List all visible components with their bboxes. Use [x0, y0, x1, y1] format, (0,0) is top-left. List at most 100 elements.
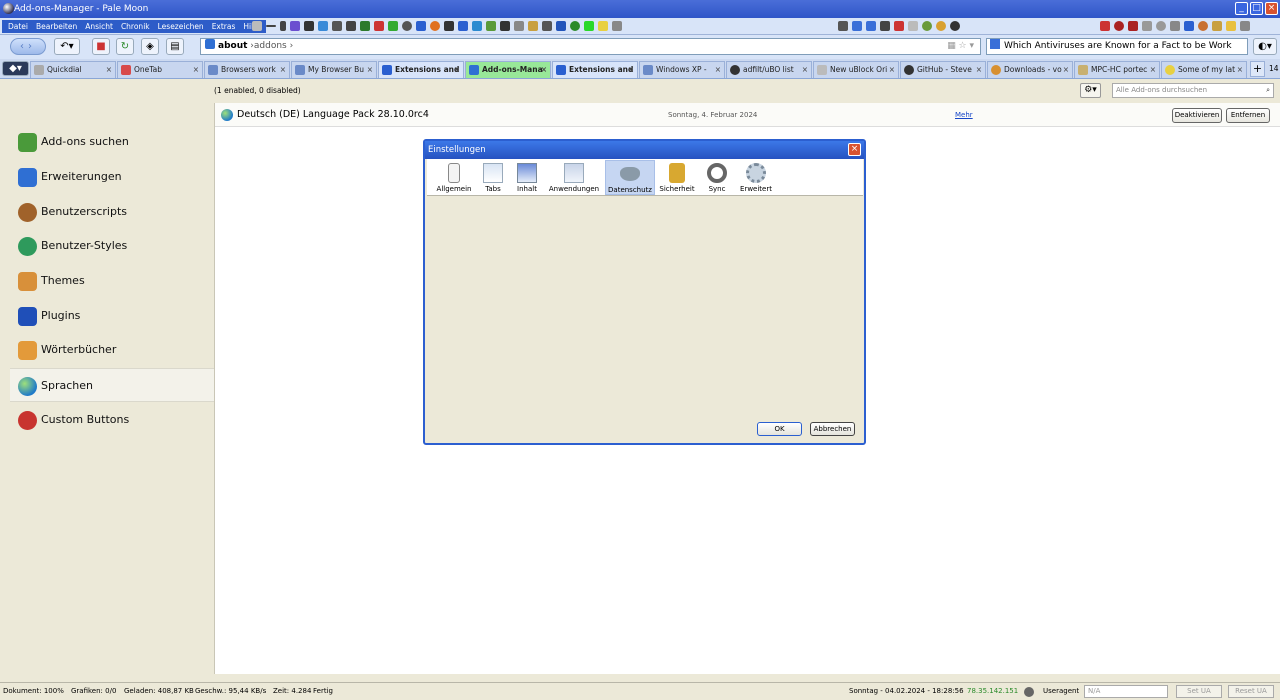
pane-tabs[interactable]: Tabs [479, 160, 507, 195]
toolbar-icon[interactable] [852, 21, 862, 31]
url-bar[interactable]: about ›addons › ▦ ☆ ▾ [200, 38, 981, 55]
more-link[interactable]: Mehr [955, 111, 973, 119]
grid-icon[interactable] [290, 21, 300, 31]
useragent-value[interactable]: N/A [1084, 685, 1168, 698]
toolbar-icon[interactable] [936, 21, 946, 31]
green-dot-icon[interactable] [570, 21, 580, 31]
category-benutzerscripts[interactable]: Benutzerscripts [10, 195, 214, 229]
maximize-button[interactable]: □ [1250, 2, 1263, 15]
puzzle-icon[interactable] [416, 21, 426, 31]
close-tab-icon[interactable]: × [193, 62, 199, 77]
toolbar-icon[interactable] [1114, 21, 1124, 31]
extra-menu-button[interactable]: ◐▾ [1253, 38, 1277, 55]
toolbar-icon[interactable] [922, 21, 932, 31]
reset-ua-button[interactable]: Reset UA [1228, 685, 1274, 698]
download-arrow-icon[interactable] [838, 21, 848, 31]
close-tab-icon[interactable]: × [1237, 62, 1243, 77]
addon-item[interactable]: Deutsch (DE) Language Pack 28.10.0rc4 So… [215, 103, 1280, 127]
category-benutzer-styles[interactable]: Benutzer-Styles [10, 229, 214, 263]
toolbar-icon[interactable] [612, 21, 622, 31]
menu-lesezeichen[interactable]: Lesezeichen [154, 20, 208, 33]
toolbar-icon[interactable] [1100, 21, 1110, 31]
tab-quickdial[interactable]: Quickdial × [30, 61, 116, 78]
pane-erweitert[interactable]: Erweitert [737, 160, 775, 195]
toolbar-icon[interactable] [1142, 21, 1152, 31]
menu-chronik[interactable]: Chronik [117, 20, 154, 33]
pane-datenschutz[interactable]: Datenschutz [605, 160, 655, 195]
toolbar-icon[interactable] [318, 21, 328, 31]
toolbar-icon[interactable] [332, 21, 342, 31]
close-tab-icon[interactable]: × [541, 62, 547, 77]
menu-datei[interactable]: Datei [4, 20, 32, 33]
tab-adfilt[interactable]: adfilt/uBO list × [726, 61, 812, 78]
close-tab-icon[interactable]: × [628, 62, 634, 77]
toolbar-icon[interactable] [304, 21, 314, 31]
reload-button[interactable]: ↻ [116, 38, 134, 55]
toolbar-icon[interactable] [252, 21, 262, 31]
toolbar-icon[interactable] [908, 21, 918, 31]
toolbar-icon[interactable] [528, 21, 538, 31]
toolbar-icon[interactable] [472, 21, 482, 31]
toolbar-icon[interactable] [1212, 21, 1222, 31]
toolbar-icon[interactable] [500, 21, 510, 31]
category-plugins[interactable]: Plugins [10, 299, 214, 333]
category-themes[interactable]: Themes [10, 264, 214, 298]
pane-sicherheit[interactable]: Sicherheit [659, 160, 695, 195]
puzzle-icon[interactable] [388, 21, 398, 31]
close-tab-icon[interactable]: × [715, 62, 721, 77]
pane-sync[interactable]: Sync [703, 160, 731, 195]
close-tab-icon[interactable]: × [1063, 62, 1069, 77]
close-window-button[interactable]: × [1265, 2, 1278, 15]
toolbar-icon[interactable] [374, 21, 384, 31]
stop-button[interactable]: ■ [92, 38, 110, 55]
toolbar-icon[interactable] [556, 21, 566, 31]
toolbar-icon[interactable] [866, 21, 876, 31]
cbu-icon[interactable] [458, 21, 468, 31]
sidebar-toggle-button[interactable]: ▤ [166, 38, 184, 55]
close-tab-icon[interactable]: × [454, 62, 460, 77]
set-ua-button[interactable]: Set UA [1176, 685, 1222, 698]
minimize-button[interactable]: _ [1235, 2, 1248, 15]
disable-button[interactable]: Deaktivieren [1172, 108, 1222, 123]
close-tab-icon[interactable]: × [802, 62, 808, 77]
remove-button[interactable]: Entfernen [1226, 108, 1270, 123]
ok-button[interactable]: OK [757, 422, 802, 436]
close-tab-icon[interactable]: × [976, 62, 982, 77]
firefox-icon[interactable] [430, 21, 440, 31]
bookmark-star-icon[interactable]: ▦ ☆ ▾ [947, 39, 974, 54]
menu-bearbeiten[interactable]: Bearbeiten [32, 20, 81, 33]
minus-icon[interactable] [266, 25, 276, 27]
useragent-icon[interactable] [1024, 687, 1034, 697]
toolbar-icon[interactable] [346, 21, 356, 31]
shield-button[interactable]: ◈ [141, 38, 159, 55]
circle-icon[interactable] [402, 21, 412, 31]
pane-anwendungen[interactable]: Anwendungen [547, 160, 601, 195]
tab-my-browser[interactable]: My Browser Bu × [291, 61, 377, 78]
pane-inhalt[interactable]: Inhalt [513, 160, 541, 195]
tab-extensions-1[interactable]: Extensions and × [378, 61, 464, 78]
addons-gear-button[interactable]: ⚙▾ [1080, 83, 1101, 98]
dialog-close-button[interactable]: × [848, 143, 861, 156]
search-bar[interactable]: Which Antiviruses are Known for a Fact t… [986, 38, 1248, 55]
close-tab-icon[interactable]: × [367, 62, 373, 77]
toolbar-icon[interactable] [1128, 21, 1138, 31]
menu-ansicht[interactable]: Ansicht [81, 20, 117, 33]
new-tab-button[interactable]: + [1250, 61, 1265, 77]
toolbar-icon[interactable] [1170, 21, 1180, 31]
tab-add-ons-manager[interactable]: Add-ons-Mana × [465, 61, 551, 78]
toolbar-icon[interactable] [1226, 21, 1236, 31]
tab-github-steve[interactable]: GitHub - Steve × [900, 61, 986, 78]
category-woerterbuecher[interactable]: Wörterbücher [10, 333, 214, 367]
category-erweiterungen[interactable]: Erweiterungen [10, 160, 214, 194]
close-tab-icon[interactable]: × [280, 62, 286, 77]
addons-search-input[interactable]: Alle Add-ons durchsuchen ⌕ [1112, 83, 1274, 98]
search-engine-icon[interactable] [990, 39, 1000, 49]
toolbar-icon[interactable] [1198, 21, 1208, 31]
tab-windows-xp[interactable]: Windows XP - × [639, 61, 725, 78]
menu-extras[interactable]: Extras [208, 20, 240, 33]
category-sprachen[interactable]: Sprachen [10, 368, 214, 402]
toolbar-icon[interactable] [514, 21, 524, 31]
csp-icon[interactable] [584, 21, 594, 31]
plus-icon[interactable] [280, 21, 286, 31]
toolbar-icon[interactable] [542, 21, 552, 31]
